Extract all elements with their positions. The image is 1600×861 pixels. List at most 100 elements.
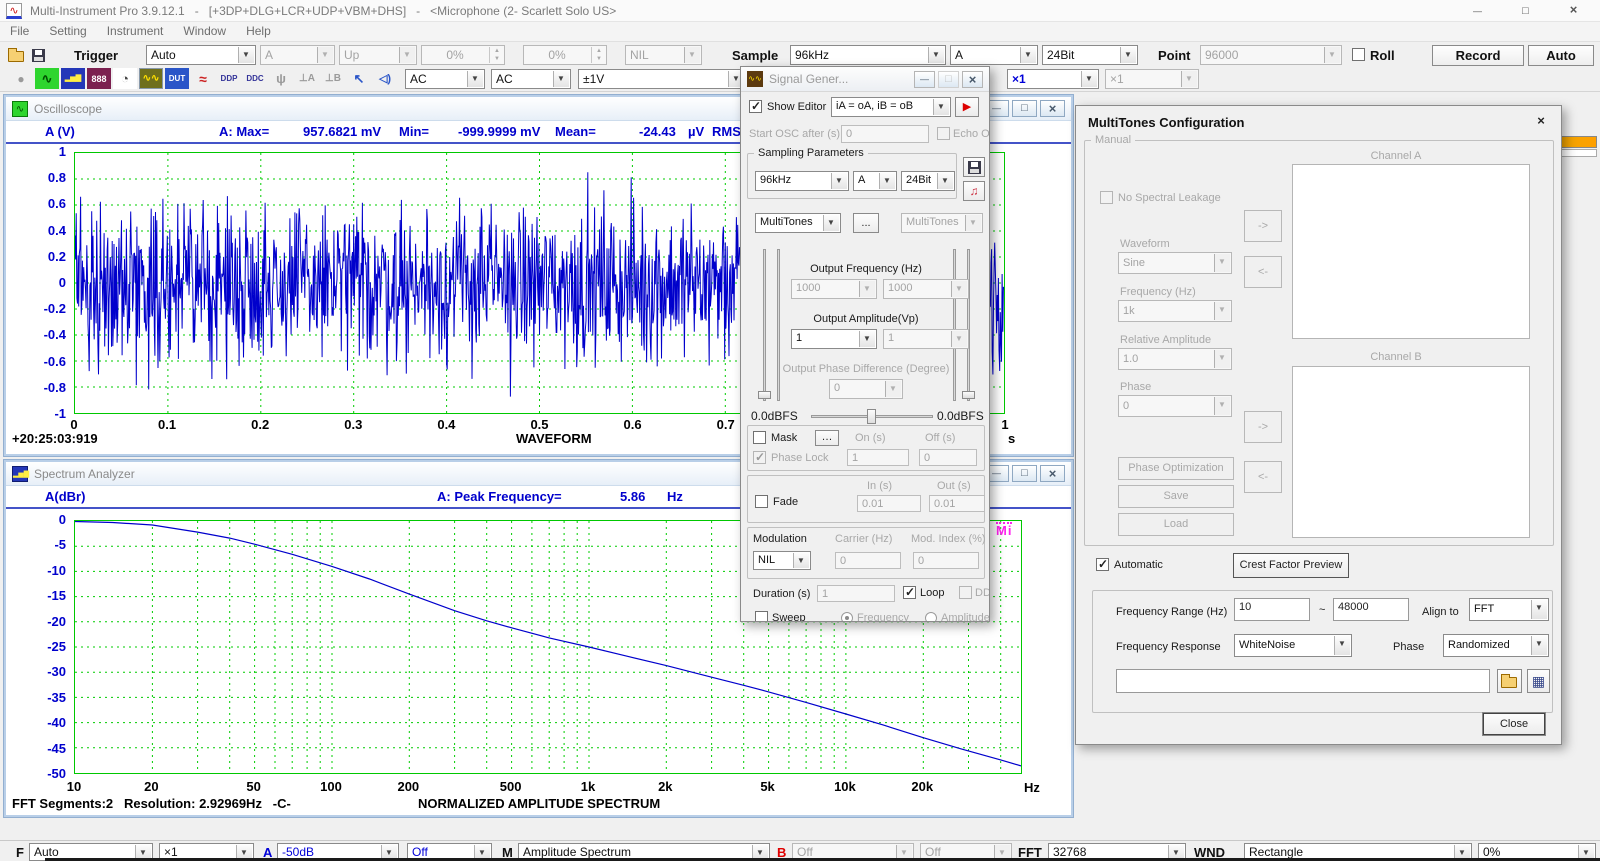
fade-checkbox[interactable] [755,495,768,508]
sample-bits-select[interactable]: 24Bit [1042,45,1138,65]
ddp-viewer-icon[interactable]: DDP [217,68,241,89]
restore-icon[interactable] [1012,100,1037,117]
run-indicator-icon[interactable]: ● [9,68,33,89]
derived-data-point-icon[interactable]: ≈ [191,68,215,89]
ground-a-icon[interactable]: ⊥A [295,68,319,89]
modulation-select[interactable]: NIL [753,551,811,570]
no-spectral-leakage-checkbox[interactable] [1100,191,1113,204]
frequency-select[interactable]: 1k [1118,300,1232,322]
align-to-select[interactable]: FFT [1469,598,1549,621]
spectrum-analyzer-icon[interactable]: ▂▅▇ [61,68,85,89]
probe-a-select[interactable]: ×1 [1007,69,1099,89]
carrier-input[interactable]: 0 [835,552,901,569]
gen-bits-select[interactable]: 24Bit [901,171,955,191]
loop-checkbox[interactable] [903,586,916,599]
mask-edit-button[interactable] [815,430,839,446]
freq-a-select[interactable]: 1000 [791,279,877,299]
coupling-b-select[interactable]: AC [491,69,571,89]
sample-channel-select[interactable]: A [950,45,1038,65]
trigger-delay-spinner[interactable]: 0% [523,45,607,65]
channel-a-listbox[interactable] [1292,164,1530,339]
load-button[interactable]: Load [1118,513,1234,536]
oscilloscope-icon[interactable]: ∿ [35,68,59,89]
waveform-a-select[interactable]: MultiTones [755,213,841,233]
remove-from-b-button[interactable]: <- [1244,461,1282,493]
echo-only-checkbox[interactable] [937,127,950,140]
fade-in-input[interactable]: 0.01 [857,495,921,512]
freq-b-select[interactable]: 1000 [883,279,969,299]
sweep-frequency-radio[interactable] [841,612,853,622]
file-path-input[interactable] [1116,669,1490,693]
multimeter-icon[interactable]: 888 [87,68,111,89]
ddc-icon[interactable]: DDC [243,68,267,89]
mod-index-input[interactable]: 0 [913,552,979,569]
phase-lock-checkbox[interactable] [753,451,766,464]
amp-b-select[interactable]: 1 [883,329,969,349]
phase-mode-select[interactable]: Randomized [1443,634,1549,657]
crest-factor-preview-button[interactable]: Crest Factor Preview [1233,553,1349,578]
close-icon[interactable] [1040,100,1065,117]
sample-rate-select[interactable]: 96kHz [790,45,946,65]
maximize-button[interactable] [1503,0,1548,21]
menu-item-help[interactable]: Help [236,22,281,40]
point-count-select[interactable]: 96000 [1200,45,1342,65]
add-to-a-button[interactable]: -> [1244,210,1282,242]
start-osc-input[interactable]: 0 [841,125,929,143]
save-signal-button[interactable] [963,157,985,177]
trigger-level-spinner[interactable]: 0% [421,45,505,65]
spectrum-3d-plot-icon[interactable]: ◔ [113,68,137,89]
probe-b-select[interactable]: ×1 [1105,69,1199,89]
duration-input[interactable]: 1 [817,585,895,602]
tone-editor-button[interactable] [963,181,985,201]
mask-off-input[interactable]: 0 [919,449,977,466]
probe-calibration-icon[interactable]: ↖ [347,68,371,89]
amp-a-select[interactable]: 1 [791,329,877,349]
auto-button[interactable]: Auto [1528,45,1594,66]
signal-generator-icon[interactable]: ∿∿ [139,68,163,89]
waveform-select[interactable]: Sine [1118,252,1232,274]
minimize-button[interactable] [1455,0,1500,21]
menu-item-file[interactable]: File [0,22,39,40]
dds-checkbox[interactable] [959,586,972,599]
voltage-range-select[interactable]: ±1V [578,69,746,89]
save-button[interactable]: Save [1118,485,1234,508]
spinner-arrows-icon[interactable] [489,47,503,63]
close-icon[interactable] [1531,112,1551,130]
gen-channel-select[interactable]: A [853,171,897,191]
sweep-amplitude-radio[interactable] [925,612,937,622]
trigger-edge-select[interactable]: Up [339,45,417,65]
freq-max-input[interactable]: 48000 [1333,598,1409,621]
add-to-b-button[interactable]: -> [1244,411,1282,443]
trigger-mode-select[interactable]: Auto [146,45,256,65]
tone-table-button[interactable] [1527,669,1550,693]
phase-diff-select[interactable]: 0 [829,379,903,399]
fade-out-input[interactable]: 0.01 [929,495,985,512]
generator-run-button[interactable] [955,97,979,117]
speaker-icon[interactable]: ◁) [373,68,397,89]
automatic-checkbox[interactable] [1096,558,1109,571]
trigger-hpf-select[interactable]: NIL [625,45,702,65]
minimize-icon[interactable] [914,71,935,88]
browse-file-button[interactable] [1497,669,1522,693]
phase-select[interactable]: 0 [1118,395,1232,417]
coupling-a-select[interactable]: AC [405,69,485,89]
waveform-b-select[interactable]: MultiTones [901,213,983,233]
spinner-arrows-icon[interactable] [591,47,605,63]
multitones-config-button[interactable]: ... [853,213,879,233]
roll-checkbox[interactable] [1352,48,1365,61]
sweep-checkbox[interactable] [755,611,768,622]
relative-amplitude-select[interactable]: 1.0 [1118,348,1232,370]
restore-icon[interactable] [1012,465,1037,482]
phase-optimization-button[interactable]: Phase Optimization [1118,457,1234,480]
microphone-icon[interactable]: ψ [269,68,293,89]
ground-b-icon[interactable]: ⊥B [321,68,345,89]
menu-item-setting[interactable]: Setting [39,22,96,40]
slider-thumb[interactable] [758,391,771,399]
signal-generator-titlebar[interactable]: ∿∿ Signal Gener... [741,67,989,92]
slider-thumb[interactable] [962,391,975,399]
close-button[interactable] [1551,0,1596,21]
record-button[interactable]: Record [1432,45,1524,66]
mask-on-input[interactable]: 1 [847,449,909,466]
mask-checkbox[interactable] [753,431,766,444]
close-button[interactable]: Close [1483,713,1545,735]
